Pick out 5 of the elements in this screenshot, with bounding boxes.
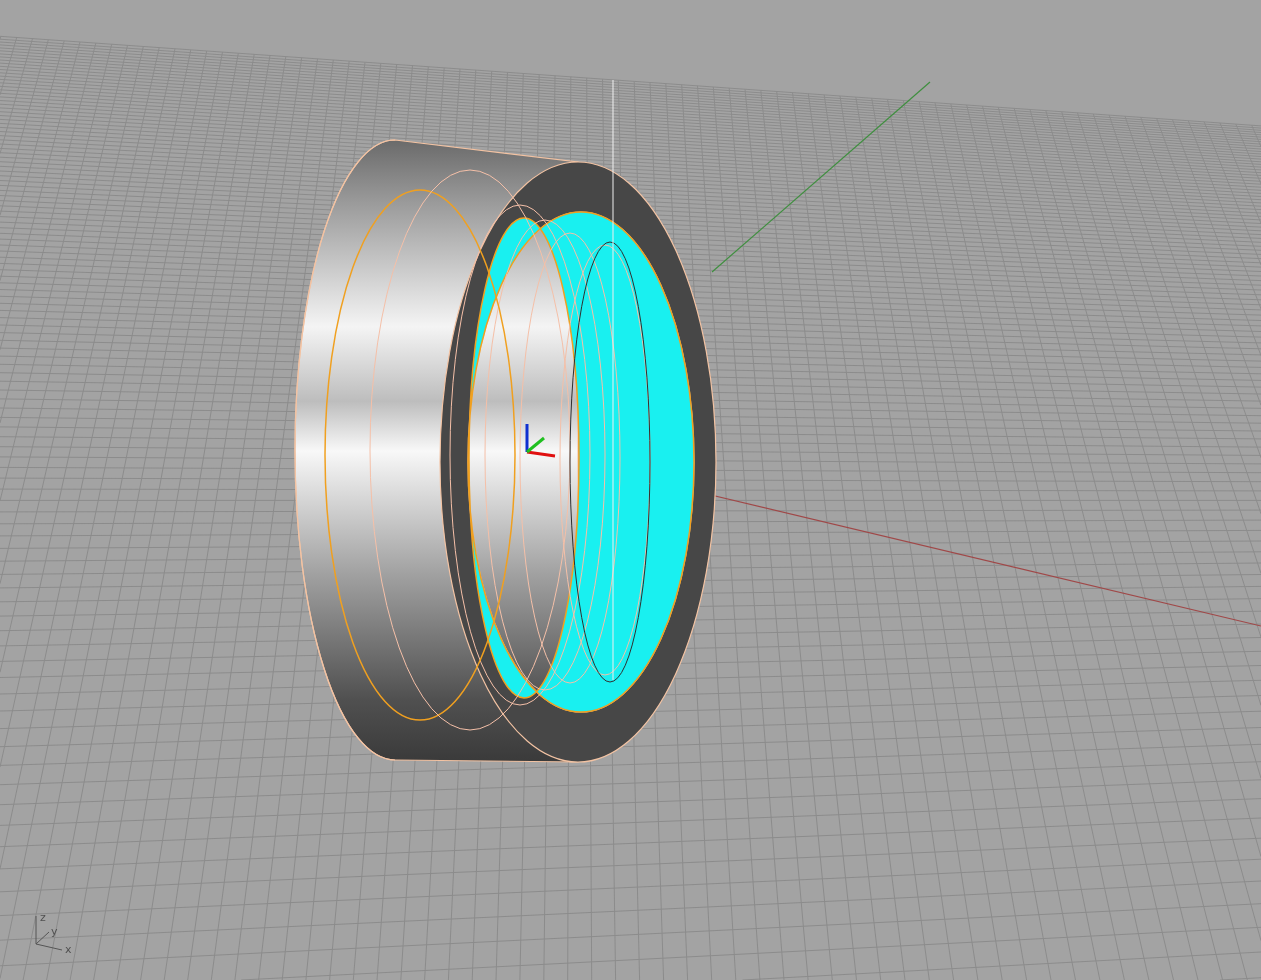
axis-label: x <box>65 943 72 956</box>
axis-label: z <box>40 911 46 924</box>
gumball-icon[interactable] <box>525 424 556 458</box>
axis-triad-icon <box>35 915 63 951</box>
axis-label: y <box>51 925 58 938</box>
